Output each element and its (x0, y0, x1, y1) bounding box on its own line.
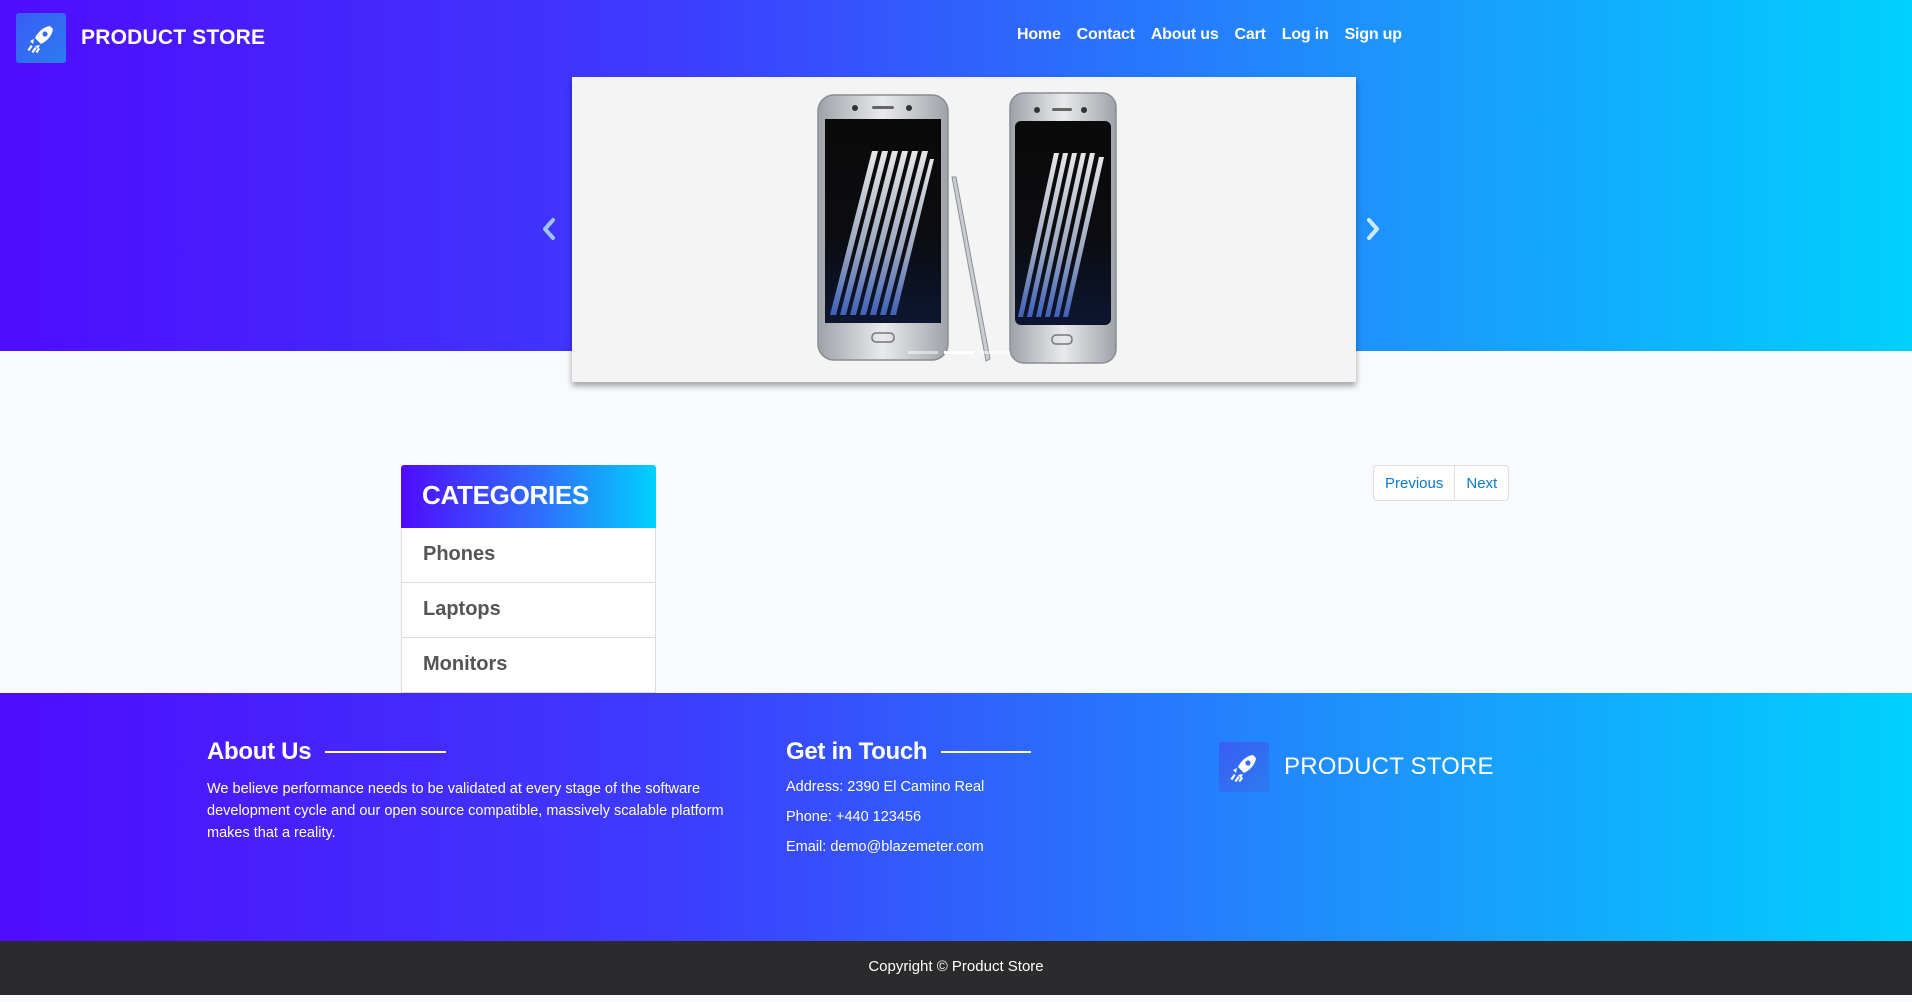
rocket-logo-icon (1219, 742, 1269, 792)
nav-log-in[interactable]: Log in (1274, 26, 1337, 44)
footer-about-title: About Us (207, 738, 312, 765)
nav-home[interactable]: Home (1009, 26, 1069, 44)
carousel[interactable] (572, 77, 1356, 382)
pagination: Previous Next (1373, 465, 1510, 501)
copyright-text: Copyright © Product Store (868, 958, 1044, 975)
footer-contact: Get in Touch Address: 2390 El Camino Rea… (786, 738, 1146, 855)
footer-phone: Phone: +440 123456 (786, 809, 922, 825)
footer-brand: PRODUCT STORE (1219, 742, 1494, 792)
carousel-indicators (908, 351, 1010, 354)
rocket-logo-icon (16, 13, 66, 63)
brand-name: PRODUCT STORE (81, 26, 266, 49)
footer-brand-name: PRODUCT STORE (1284, 753, 1494, 780)
nav-contact[interactable]: Contact (1069, 26, 1143, 44)
carousel-indicator[interactable] (908, 351, 938, 354)
bottom-strip (0, 995, 1912, 1002)
carousel-next-button[interactable] (1358, 214, 1388, 244)
previous-page-button[interactable]: Previous (1373, 465, 1456, 501)
divider (325, 751, 447, 753)
category-phones[interactable]: Phones (401, 528, 656, 583)
category-laptops[interactable]: Laptops (401, 583, 656, 638)
navbar-brand[interactable]: PRODUCT STORE (16, 13, 265, 63)
footer: About Us We believe performance needs to… (0, 693, 1912, 941)
carousel-slide-image (817, 92, 1117, 364)
carousel-indicator-active[interactable] (944, 351, 974, 354)
category-monitors[interactable]: Monitors (401, 638, 656, 693)
next-page-button[interactable]: Next (1455, 465, 1510, 501)
footer-email: Email: demo@blazemeter.com (786, 839, 984, 855)
categories-heading[interactable]: CATEGORIES (401, 465, 656, 528)
footer-contact-title: Get in Touch (786, 738, 928, 765)
divider (941, 751, 1032, 753)
footer-about-text: We believe performance needs to be valid… (207, 781, 724, 841)
carousel-prev-button[interactable] (534, 214, 564, 244)
chevron-right-icon (1367, 218, 1379, 240)
categories-list: CATEGORIES Phones Laptops Monitors (401, 465, 656, 693)
main-nav: Home Contact About us Cart Log in Sign u… (1009, 26, 1410, 44)
footer-about: About Us We believe performance needs to… (207, 738, 747, 844)
nav-sign-up[interactable]: Sign up (1337, 26, 1410, 44)
footer-address: Address: 2390 El Camino Real (786, 779, 985, 795)
nav-cart[interactable]: Cart (1227, 26, 1274, 44)
carousel-indicator[interactable] (980, 351, 1010, 354)
copyright-bar: Copyright © Product Store (0, 941, 1912, 995)
chevron-left-icon (543, 218, 555, 240)
nav-about-us[interactable]: About us (1143, 26, 1227, 44)
